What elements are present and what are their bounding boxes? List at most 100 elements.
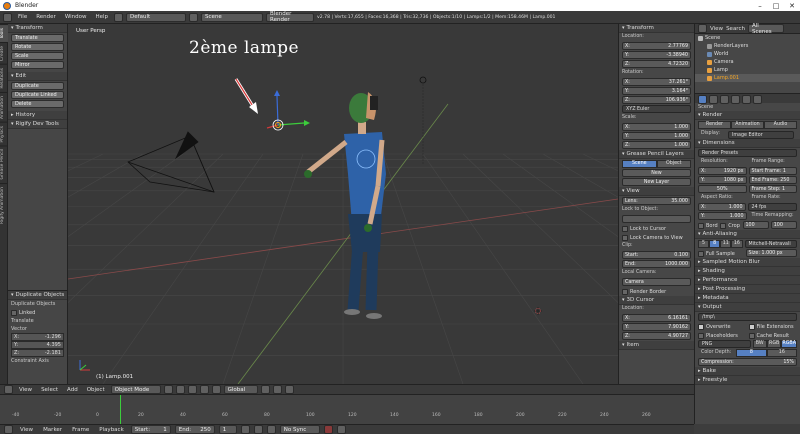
camera-object[interactable] — [127, 131, 215, 193]
lock-cursor-checkbox[interactable]: Lock to Cursor — [619, 224, 694, 233]
menu-view[interactable]: View — [16, 387, 35, 393]
redo-title[interactable]: Duplicate Objects — [8, 291, 67, 300]
tab-animation[interactable]: Animation — [0, 91, 8, 122]
timeline-menu-view[interactable]: View — [17, 427, 36, 433]
panel-motion-blur[interactable]: Sampled Motion Blur — [695, 258, 800, 267]
gp-scene-tab[interactable]: Scene — [622, 160, 657, 168]
end-frame-field[interactable]: End Frame: 250 — [748, 176, 797, 184]
panel-rigify[interactable]: Rigify Dev Tools — [8, 120, 67, 129]
delete-button[interactable]: Delete — [11, 100, 64, 108]
clip-start-field[interactable]: Start: 0.100 — [622, 251, 691, 259]
outliner-display-select[interactable]: All Scenes — [747, 23, 784, 35]
keying-set-icon[interactable] — [336, 425, 346, 434]
translate-button[interactable]: Translate — [11, 34, 64, 42]
jump-end-icon[interactable] — [266, 425, 276, 434]
scene-icon[interactable] — [189, 12, 199, 22]
res-y-field[interactable]: Y: 1080 px — [698, 176, 747, 184]
tab-grease-pencil[interactable]: Grease Pencil — [0, 145, 8, 183]
panel-3d-cursor[interactable]: 3D Cursor — [619, 296, 694, 305]
panel-freestyle[interactable]: Freestyle — [695, 376, 800, 385]
pivot-icon[interactable] — [175, 385, 185, 394]
aspect-y-field[interactable]: Y: 1.000 — [698, 212, 747, 220]
panel-view[interactable]: View — [619, 187, 694, 196]
tab-physics[interactable]: Physics — [0, 121, 8, 146]
editor-type-icon[interactable] — [3, 12, 12, 22]
current-frame-field[interactable]: 1 — [218, 425, 237, 434]
play-icon[interactable] — [253, 425, 263, 434]
render-presets-select[interactable]: Render Presets — [698, 149, 797, 157]
duplicate-button[interactable]: Duplicate — [11, 82, 64, 90]
translate-manip-icon[interactable] — [199, 385, 209, 394]
panel-n-transform[interactable]: Transform — [619, 24, 694, 33]
tab-rigify[interactable]: Rigify Animation — [0, 182, 8, 227]
outliner-scene[interactable]: Scene — [695, 34, 800, 42]
render-border-checkbox[interactable]: Render Border — [619, 287, 694, 296]
shading-icon[interactable] — [163, 385, 173, 394]
layout-select[interactable]: Default — [126, 12, 187, 22]
render-engine-select[interactable]: Blender Render — [266, 11, 315, 23]
current-frame-cursor[interactable] — [120, 395, 121, 425]
new-layer-button[interactable]: New Layer — [622, 178, 691, 186]
location-y-field[interactable]: Y: -3.38940 — [622, 51, 691, 59]
world-tab-icon[interactable] — [731, 95, 740, 104]
panel-edit[interactable]: Edit — [8, 72, 67, 81]
duplicate-linked-button[interactable]: Duplicate Linked — [11, 91, 64, 99]
panel-output[interactable]: Output — [695, 303, 800, 312]
gp-object-tab[interactable]: Object — [656, 160, 691, 168]
selected-lamp-gizmo[interactable] — [266, 90, 310, 131]
data-tab-icon[interactable] — [753, 95, 762, 104]
maximize-icon[interactable]: □ — [768, 2, 784, 10]
fps-select[interactable]: 24 fps — [747, 203, 797, 211]
tab-create[interactable]: Create — [0, 42, 8, 65]
rotate-button[interactable]: Rotate — [11, 43, 64, 51]
border-checkbox[interactable]: Bord — [698, 221, 718, 230]
mirror-button[interactable]: Mirror — [11, 61, 64, 69]
3d-viewport[interactable]: User Persp 2ème lampe (1) Lamp.001 — [68, 24, 618, 384]
timeline[interactable]: -40 -20 0 20 40 60 80 100 120 140 160 180 200 220 240 2… — [0, 394, 694, 425]
tab-relations[interactable]: Relations — [0, 64, 8, 92]
outliner-world[interactable]: World — [695, 50, 800, 58]
bw-toggle[interactable]: BW — [752, 340, 767, 348]
remap-new-field[interactable]: 100 — [770, 221, 797, 229]
layers-tab-icon[interactable] — [709, 95, 718, 104]
scale-x-field[interactable]: X: 1.000 — [622, 123, 691, 131]
orientation-select[interactable]: Global — [223, 385, 258, 394]
panel-post-processing[interactable]: Post Processing — [695, 285, 800, 294]
cache-result-checkbox[interactable]: Cache Result — [748, 331, 798, 340]
panel-item[interactable]: Item — [619, 341, 694, 350]
layers-icon[interactable] — [260, 385, 270, 394]
aspect-x-field[interactable]: X: 1.000 — [698, 203, 746, 211]
outliner-camera[interactable]: Camera — [695, 58, 800, 66]
depth-16-toggle[interactable]: 16 — [766, 349, 797, 357]
lock-object-field[interactable] — [622, 215, 691, 223]
full-sample-checkbox[interactable]: Full Sample — [698, 249, 744, 258]
cursor-x-field[interactable]: X: 6.16161 — [622, 314, 691, 322]
render-preview-icon[interactable] — [284, 385, 294, 394]
lens-field[interactable]: Lens: 35.000 — [622, 197, 691, 205]
close-icon[interactable]: ✕ — [784, 2, 800, 10]
timeline-editor-type-icon[interactable] — [4, 425, 13, 434]
menu-object[interactable]: Object — [84, 387, 108, 393]
menu-window[interactable]: Window — [62, 14, 90, 20]
aa-11[interactable]: 11 — [720, 240, 732, 248]
depth-8-toggle[interactable]: 8 — [736, 349, 767, 357]
sync-select[interactable]: No Sync — [279, 425, 320, 434]
vector-z-field[interactable]: Z: -2.181 — [11, 349, 64, 357]
compression-field[interactable]: Compression: 15% — [698, 358, 797, 366]
outliner-lamp[interactable]: Lamp — [695, 66, 800, 74]
animation-button[interactable]: Animation — [731, 121, 764, 129]
timeline-menu-marker[interactable]: Marker — [40, 427, 65, 433]
crop-checkbox[interactable]: Crop — [720, 221, 740, 230]
outliner-search-menu[interactable]: Search — [726, 26, 745, 32]
rotation-x-field[interactable]: X: 37.261° — [622, 78, 691, 86]
lamp-object[interactable] — [419, 76, 427, 164]
location-z-field[interactable]: Z: 4.72320 — [622, 60, 691, 68]
scale-y-field[interactable]: Y: 1.000 — [622, 132, 691, 140]
outliner-view-menu[interactable]: View — [710, 26, 723, 32]
scale-z-field[interactable]: Z: 1.000 — [622, 141, 691, 149]
cursor-y-field[interactable]: Y: 7.90162 — [622, 323, 691, 331]
tab-tools[interactable]: Tools — [0, 24, 8, 43]
format-select[interactable]: PNG — [698, 340, 751, 348]
start-field[interactable]: Start: 1 — [130, 425, 171, 434]
character-model[interactable] — [304, 92, 386, 319]
